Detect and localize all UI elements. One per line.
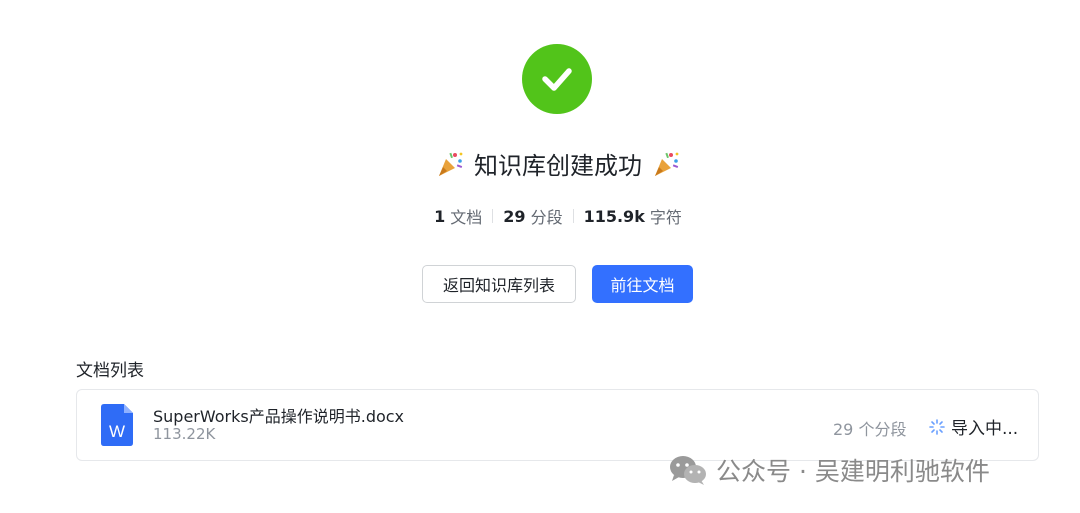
import-status: 导入中... <box>929 414 1018 439</box>
watermark-text: 公众号 · 吴建明利驰软件 <box>716 457 990 486</box>
party-popper-icon <box>439 152 463 176</box>
success-check-icon <box>522 44 592 114</box>
doc-list-title: 文档列表 <box>76 361 144 381</box>
word-doc-icon: W <box>101 404 133 446</box>
doc-count: 1 <box>434 206 446 226</box>
divider <box>492 209 494 223</box>
loading-spinner-icon <box>929 418 945 435</box>
divider <box>572 209 574 223</box>
doc-size: 113.22K <box>153 425 216 443</box>
char-count: 115.9k <box>583 206 645 226</box>
back-to-list-button[interactable]: 返回知识库列表 <box>422 265 576 303</box>
svg-text:W: W <box>109 422 125 441</box>
import-success-page: 知识库创建成功 1 文档 29 分段 115.9k 字符 返回知识库列表 前往文… <box>0 0 1080 513</box>
success-title-row: 知识库创建成功 <box>0 146 1080 181</box>
import-status-label: 导入中... <box>951 419 1019 439</box>
party-popper-icon <box>655 152 679 176</box>
watermark: 公众号 · 吴建明利驰软件 <box>668 452 990 488</box>
go-to-docs-button[interactable]: 前往文档 <box>592 265 693 303</box>
success-title: 知识库创建成功 <box>474 152 642 180</box>
wechat-icon <box>670 456 706 485</box>
segment-count: 29 <box>503 206 526 226</box>
list-item[interactable]: W SuperWorks产品操作说明书.docx 113.22K 29 个分段 … <box>76 389 1039 461</box>
doc-name: SuperWorks产品操作说明书.docx <box>153 407 405 426</box>
doc-count-unit: 文档 <box>450 208 483 227</box>
stats-row: 1 文档 29 分段 115.9k 字符 <box>0 204 1080 228</box>
doc-segment-count: 29 个分段 <box>833 420 907 439</box>
segment-count-unit: 分段 <box>530 208 563 227</box>
char-count-unit: 字符 <box>649 208 682 227</box>
